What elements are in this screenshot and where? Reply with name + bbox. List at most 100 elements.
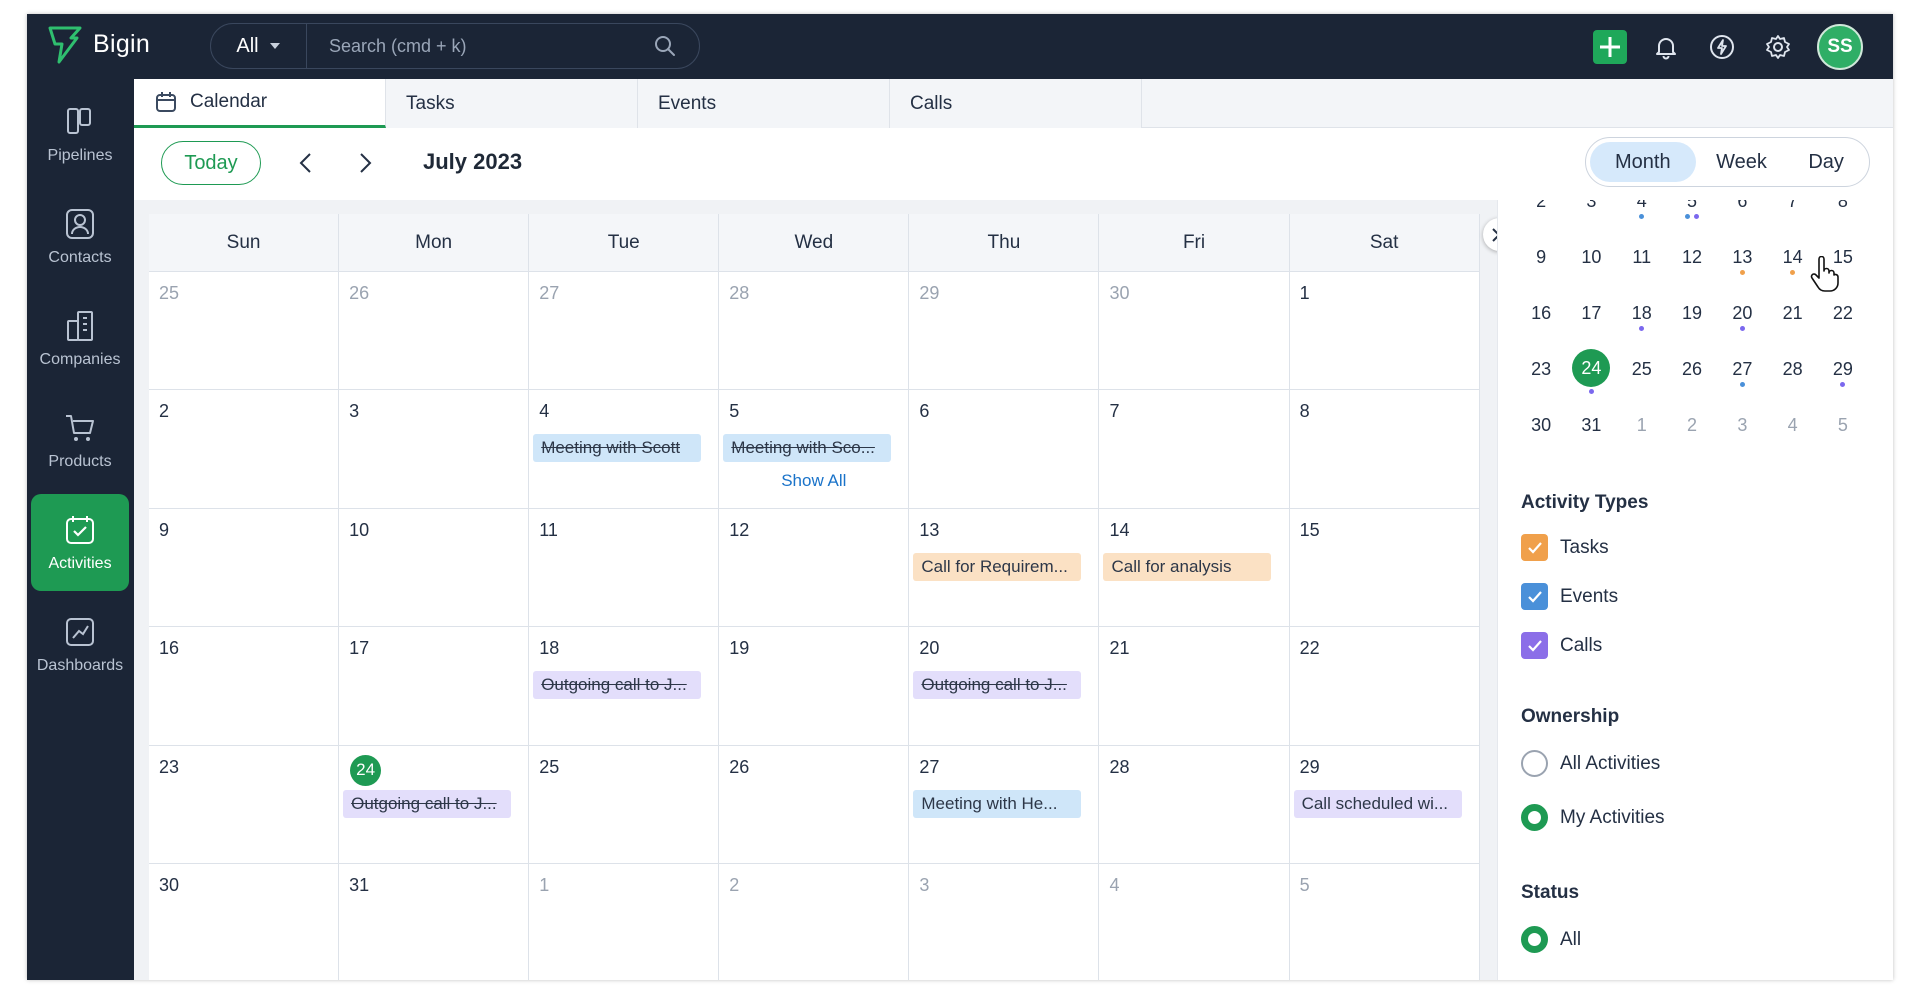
- day-cell[interactable]: 25: [149, 272, 340, 390]
- event-chip[interactable]: Call for Requirem...: [913, 552, 1082, 581]
- day-cell[interactable]: 8: [1290, 390, 1480, 508]
- day-cell[interactable]: 2: [719, 863, 910, 980]
- chevron-left-icon[interactable]: [294, 150, 320, 176]
- day-cell[interactable]: 27: [529, 272, 720, 390]
- search-icon[interactable]: [653, 34, 677, 58]
- mini-day[interactable]: 2: [1516, 200, 1566, 226]
- day-cell[interactable]: 6: [909, 390, 1100, 508]
- day-cell[interactable]: 23: [149, 745, 340, 863]
- radio-button[interactable]: [1521, 804, 1548, 831]
- mini-day[interactable]: 9: [1516, 226, 1566, 282]
- show-all-link[interactable]: Show All: [719, 471, 908, 491]
- mini-day[interactable]: 11: [1617, 226, 1667, 282]
- notifications-button[interactable]: [1649, 30, 1683, 64]
- day-cell[interactable]: 15: [1290, 508, 1480, 627]
- activity-type-option[interactable]: Tasks: [1521, 534, 1609, 561]
- mini-day[interactable]: 29: [1818, 338, 1868, 394]
- sidebar-item-pipelines[interactable]: Pipelines: [31, 86, 129, 183]
- tab-calendar[interactable]: Calendar: [134, 79, 386, 128]
- mini-day[interactable]: 20: [1717, 282, 1767, 338]
- checkbox[interactable]: [1521, 632, 1548, 659]
- event-chip[interactable]: Outgoing call to J...: [343, 789, 512, 818]
- sidebar-item-dashboards[interactable]: Dashboards: [31, 596, 129, 693]
- mini-day[interactable]: 16: [1516, 282, 1566, 338]
- mini-day[interactable]: 25: [1617, 338, 1667, 394]
- signals-button[interactable]: [1705, 30, 1739, 64]
- settings-button[interactable]: [1761, 30, 1795, 64]
- day-cell[interactable]: 20 Outgoing call to J...: [909, 627, 1100, 745]
- mini-day[interactable]: 23: [1516, 338, 1566, 394]
- day-cell[interactable]: 18 Outgoing call to J...: [529, 627, 720, 745]
- day-cell[interactable]: 5 Meeting with Sco... Show All: [719, 390, 910, 508]
- event-chip[interactable]: Call for analysis: [1103, 552, 1272, 581]
- mini-day[interactable]: 30: [1516, 394, 1566, 450]
- day-cell[interactable]: 11: [529, 508, 720, 627]
- day-cell[interactable]: 27 Meeting with He...: [909, 745, 1100, 863]
- day-cell[interactable]: 31: [339, 863, 530, 980]
- mini-day[interactable]: 17: [1566, 282, 1616, 338]
- ownership-option[interactable]: My Activities: [1521, 804, 1665, 831]
- day-cell[interactable]: 10: [339, 508, 530, 627]
- status-option[interactable]: All: [1521, 926, 1581, 953]
- mini-day[interactable]: 28: [1767, 338, 1817, 394]
- event-chip[interactable]: Outgoing call to J...: [913, 671, 1082, 700]
- sidebar-item-contacts[interactable]: Contacts: [31, 188, 129, 285]
- mini-day[interactable]: 5: [1818, 394, 1868, 450]
- user-avatar[interactable]: SS: [1817, 24, 1863, 70]
- day-cell[interactable]: 2: [149, 390, 340, 508]
- event-chip[interactable]: Call scheduled wi...: [1293, 789, 1462, 818]
- day-cell[interactable]: 5: [1290, 863, 1480, 980]
- mini-day[interactable]: 31: [1566, 394, 1616, 450]
- tab-events[interactable]: Events: [638, 79, 890, 128]
- activity-type-option[interactable]: Calls: [1521, 632, 1602, 659]
- day-cell[interactable]: 3: [909, 863, 1100, 980]
- day-cell[interactable]: 26: [339, 272, 530, 390]
- app-logo[interactable]: Bigin: [47, 24, 150, 64]
- mini-day[interactable]: 7: [1767, 200, 1817, 226]
- day-cell[interactable]: 12: [719, 508, 910, 627]
- mini-day[interactable]: 10: [1566, 226, 1616, 282]
- event-chip[interactable]: Meeting with He...: [913, 789, 1082, 818]
- mini-day[interactable]: 5: [1667, 200, 1717, 226]
- day-cell[interactable]: 13 Call for Requirem...: [909, 508, 1100, 627]
- add-button[interactable]: [1593, 30, 1627, 64]
- day-cell[interactable]: 21: [1099, 627, 1290, 745]
- day-cell[interactable]: 17: [339, 627, 530, 745]
- day-cell[interactable]: 3: [339, 390, 530, 508]
- mini-day[interactable]: 27: [1717, 338, 1767, 394]
- view-week-button[interactable]: Week: [1700, 142, 1784, 182]
- mini-day[interactable]: 12: [1667, 226, 1717, 282]
- day-cell[interactable]: 19: [719, 627, 910, 745]
- day-cell[interactable]: 29 Call scheduled wi...: [1290, 745, 1480, 863]
- mini-day[interactable]: 8: [1818, 200, 1868, 226]
- mini-day[interactable]: 4: [1767, 394, 1817, 450]
- activity-type-option[interactable]: Events: [1521, 583, 1618, 610]
- day-cell[interactable]: 7: [1099, 390, 1290, 508]
- mini-day[interactable]: 1: [1617, 394, 1667, 450]
- view-month-button[interactable]: Month: [1590, 142, 1696, 182]
- day-cell[interactable]: 4 Meeting with Scott: [529, 390, 720, 508]
- day-cell[interactable]: 25: [529, 745, 720, 863]
- mini-day[interactable]: 26: [1667, 338, 1717, 394]
- mini-day[interactable]: 6: [1717, 200, 1767, 226]
- day-cell[interactable]: 30: [1099, 272, 1290, 390]
- view-day-button[interactable]: Day: [1787, 142, 1865, 182]
- day-cell[interactable]: 16: [149, 627, 340, 745]
- day-cell[interactable]: 30: [149, 863, 340, 980]
- day-cell[interactable]: 24 Outgoing call to J...: [339, 745, 530, 863]
- mini-day[interactable]: 18: [1617, 282, 1667, 338]
- radio-button[interactable]: [1521, 750, 1548, 777]
- day-cell[interactable]: 29: [909, 272, 1100, 390]
- event-chip[interactable]: Meeting with Sco...: [723, 434, 892, 463]
- mini-day[interactable]: 19: [1667, 282, 1717, 338]
- sidebar-item-activities[interactable]: Activities: [31, 494, 129, 591]
- mini-day[interactable]: 3: [1717, 394, 1767, 450]
- day-cell[interactable]: 26: [719, 745, 910, 863]
- day-cell[interactable]: 1: [529, 863, 720, 980]
- search-input[interactable]: [307, 24, 653, 68]
- day-cell[interactable]: 22: [1290, 627, 1480, 745]
- day-cell[interactable]: 28: [719, 272, 910, 390]
- day-cell[interactable]: 1: [1290, 272, 1480, 390]
- today-button[interactable]: Today: [161, 141, 261, 185]
- day-cell[interactable]: 28: [1099, 745, 1290, 863]
